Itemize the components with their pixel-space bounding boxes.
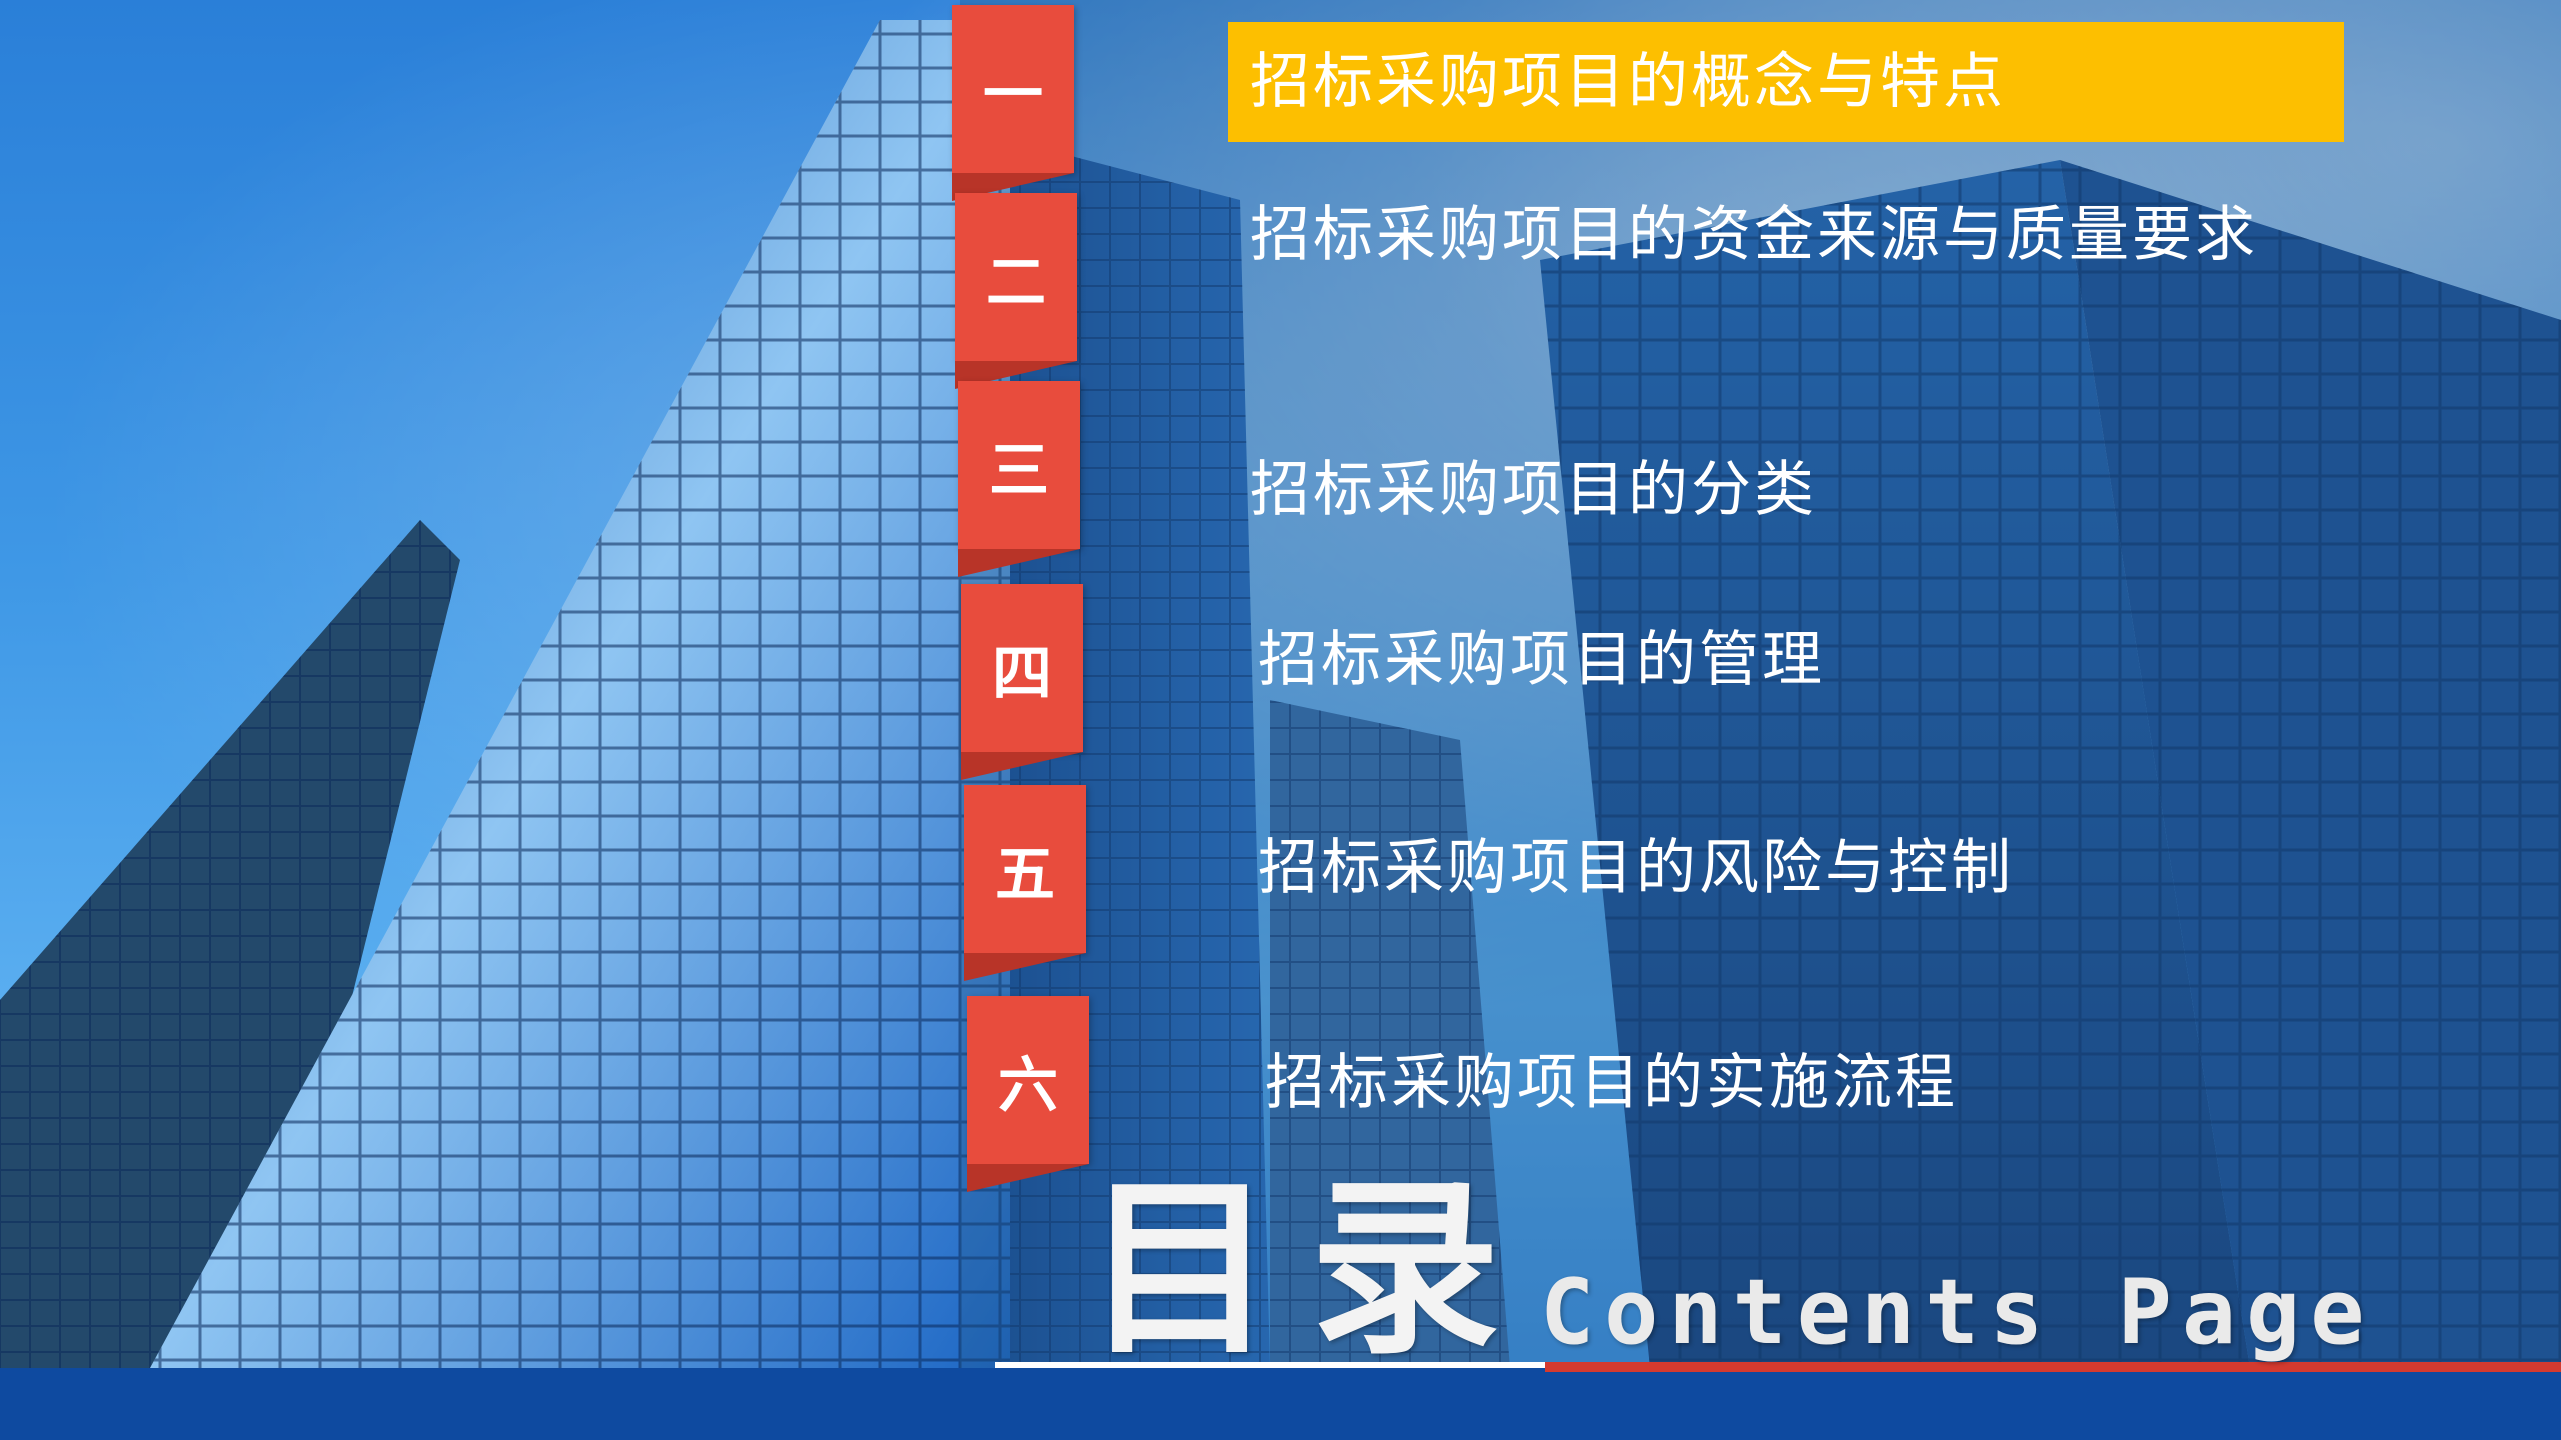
- toc-tab-index: 四: [992, 638, 1052, 709]
- toc-item-1-title[interactable]: 招标采购项目的概念与特点: [1250, 52, 2006, 112]
- toc-tab-index: 一: [983, 59, 1043, 130]
- toc-item-3-title[interactable]: 招标采购项目的分类: [1250, 460, 1817, 520]
- heading-en: Contents Page: [1540, 1260, 2375, 1365]
- toc-tab-index: 六: [998, 1050, 1058, 1121]
- toc-tab-index: 二: [986, 247, 1046, 318]
- toc-item-4-title[interactable]: 招标采购项目的管理: [1258, 630, 1825, 690]
- toc-tab-4[interactable]: 四: [961, 584, 1083, 780]
- toc-tab-6[interactable]: 六: [967, 996, 1089, 1192]
- toc-tab-index: 三: [989, 435, 1049, 506]
- toc-tab-3[interactable]: 三: [958, 381, 1080, 577]
- heading-cn: 目录: [1085, 1159, 1536, 1380]
- toc-item-2-title[interactable]: 招标采购项目的资金来源与质量要求: [1250, 205, 2258, 265]
- toc-item-5-title[interactable]: 招标采购项目的风险与控制: [1258, 838, 2014, 898]
- toc-item-6-title[interactable]: 招标采购项目的实施流程: [1265, 1053, 1958, 1113]
- toc-tab-5[interactable]: 五: [964, 785, 1086, 981]
- toc-tab-index: 五: [995, 839, 1055, 910]
- toc-tab-1[interactable]: 一: [952, 5, 1074, 201]
- toc-tab-2[interactable]: 二: [955, 193, 1077, 389]
